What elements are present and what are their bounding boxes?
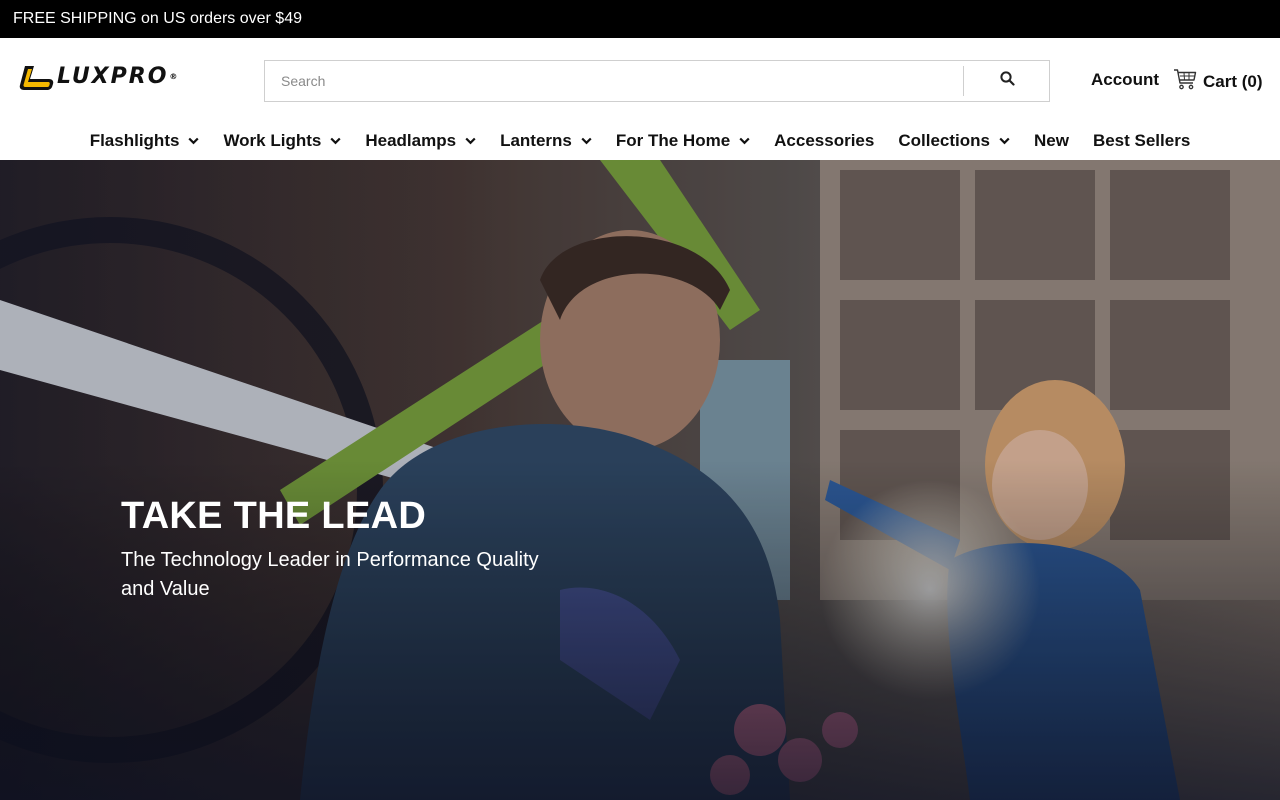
account-link[interactable]: Account	[1091, 69, 1159, 91]
cart-link[interactable]: Cart (0)	[1173, 68, 1263, 95]
nav-label: For The Home	[615, 131, 731, 150]
hero-background-image	[0, 160, 1280, 800]
search-input[interactable]	[265, 61, 963, 101]
hero-subtitle: The Technology Leader in Performance Qua…	[121, 549, 539, 600]
cart-icon	[1173, 68, 1197, 95]
nav-item-collections[interactable]: Collections	[886, 122, 1022, 160]
main-nav: Flashlights Work Lights Headlamps Lanter…	[0, 122, 1280, 160]
nav-item-headlamps[interactable]: Headlamps	[353, 122, 488, 160]
nav-item-for-the-home[interactable]: For The Home	[604, 122, 762, 160]
logo-mark-icon	[19, 64, 55, 91]
hero-title: TAKE THE LEAD	[121, 495, 427, 537]
search-button[interactable]	[964, 61, 1050, 101]
nav-item-flashlights[interactable]: Flashlights	[78, 122, 212, 160]
nav-label: Best Sellers	[1092, 131, 1191, 150]
chevron-down-icon	[739, 137, 750, 145]
nav-label: Collections	[898, 131, 990, 150]
logo-wordmark: LUXPRO®	[57, 64, 180, 89]
nav-label: Lanterns	[500, 131, 572, 150]
chevron-down-icon	[581, 137, 592, 145]
nav-item-new[interactable]: New	[1022, 122, 1081, 160]
chevron-down-icon	[465, 137, 476, 145]
nav-item-best-sellers[interactable]: Best Sellers	[1081, 122, 1202, 160]
chevron-down-icon	[188, 137, 200, 145]
cart-label: Cart (0)	[1203, 71, 1263, 91]
announcement-bar: FREE SHIPPING on US orders over $49	[0, 0, 1280, 38]
nav-label: Headlamps	[365, 131, 457, 150]
chevron-down-icon	[330, 137, 341, 145]
hero-banner[interactable]: TAKE THE LEAD The Technology Leader in P…	[0, 160, 1280, 800]
nav-label: Flashlights	[89, 131, 180, 150]
brand-logo[interactable]: LUXPRO®	[19, 63, 207, 91]
nav-item-work-lights[interactable]: Work Lights	[211, 122, 353, 160]
nav-label: New	[1033, 131, 1069, 150]
nav-label: Accessories	[774, 131, 875, 150]
search-icon	[999, 71, 1015, 91]
nav-item-lanterns[interactable]: Lanterns	[488, 122, 604, 160]
nav-label: Work Lights	[223, 131, 322, 150]
site-header: LUXPRO® Account Ca	[0, 38, 1280, 122]
announcement-text: FREE SHIPPING on US orders over $49	[13, 10, 302, 27]
nav-item-accessories[interactable]: Accessories	[762, 122, 886, 160]
search-bar	[264, 60, 1050, 102]
chevron-down-icon	[999, 137, 1010, 145]
